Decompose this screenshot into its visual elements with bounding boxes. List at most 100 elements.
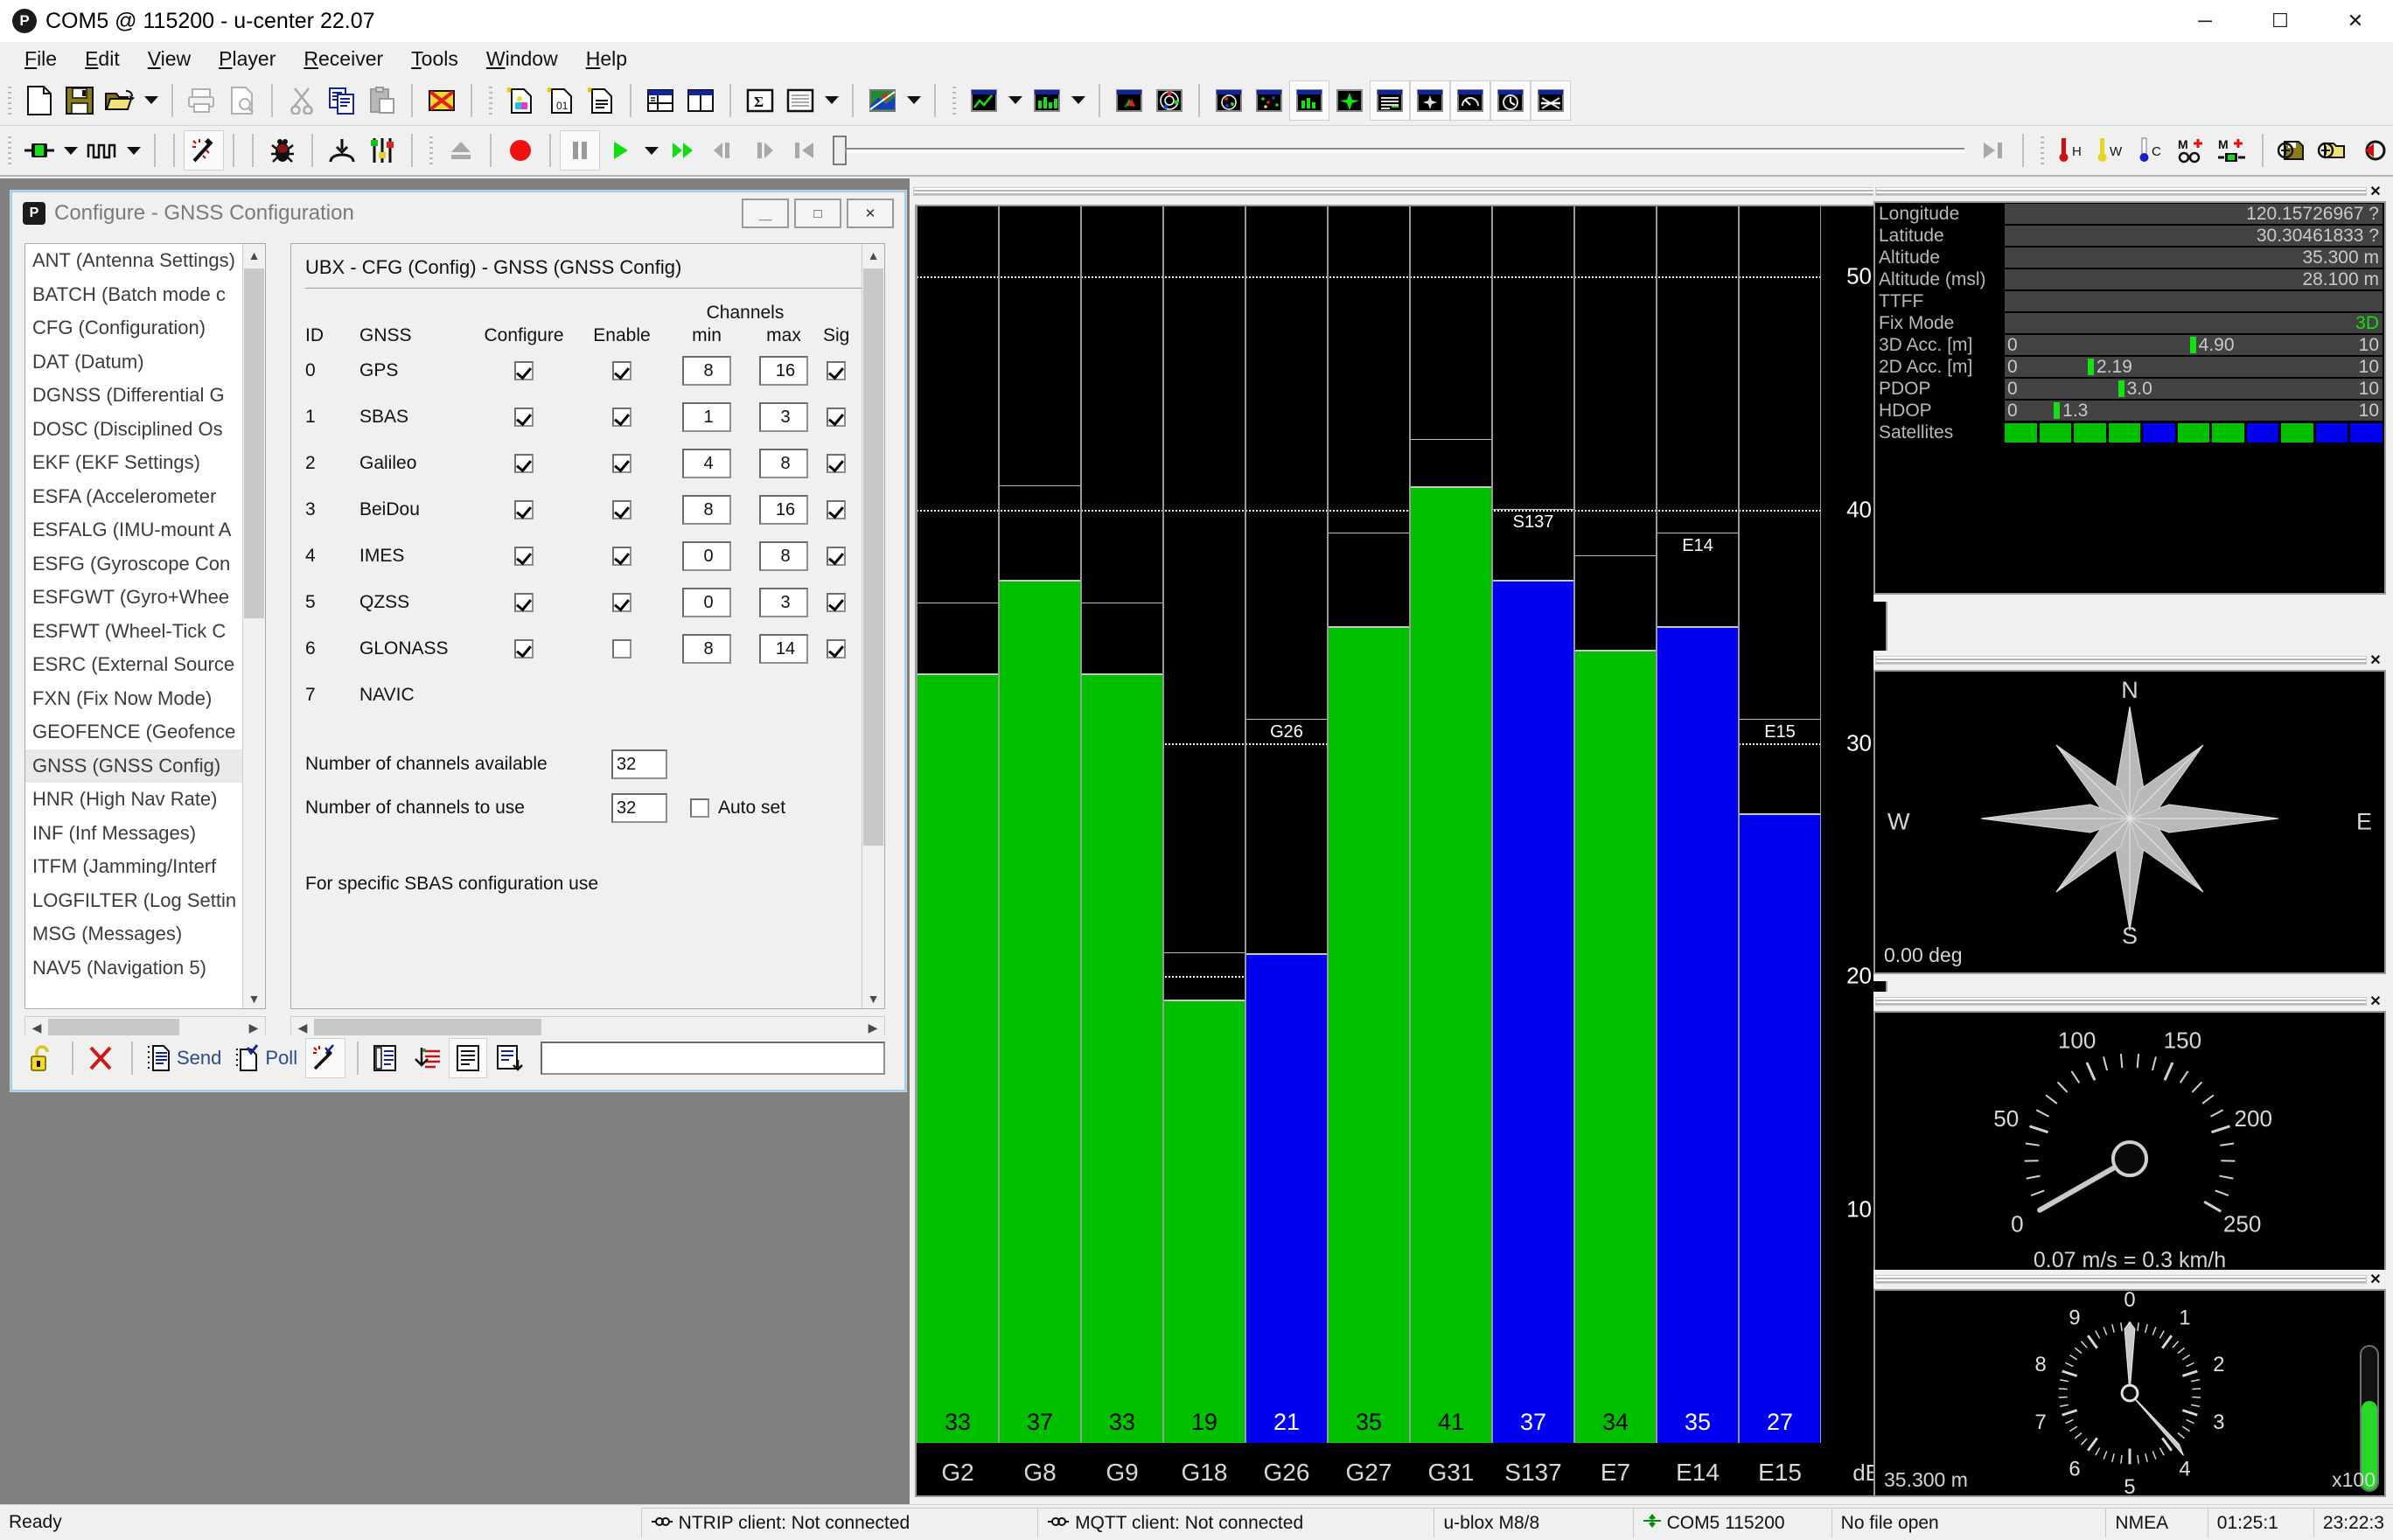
max-channels-input[interactable]: 16 <box>759 494 808 525</box>
min-channels-input[interactable]: 0 <box>682 587 731 617</box>
split-horizontal-icon[interactable] <box>641 81 680 120</box>
menu-receiver[interactable]: Receiver <box>290 44 397 74</box>
dialog-maximize-button[interactable]: □ <box>794 199 841 228</box>
play-icon[interactable] <box>601 131 639 170</box>
map-view-icon[interactable] <box>863 81 902 120</box>
compass-rose-icon[interactable] <box>1410 80 1450 121</box>
baudrate-dropdown-arrow[interactable] <box>122 131 145 170</box>
copy-icon[interactable] <box>323 81 361 120</box>
signal-chart-titlebar[interactable]: ✕ <box>910 182 1898 201</box>
config-list-item[interactable]: BATCH (Batch mode c <box>25 278 265 312</box>
close-icon[interactable]: ✕ <box>2367 652 2384 669</box>
config-list-item[interactable]: GNSS (GNSS Config) <box>25 749 265 783</box>
clear-icon[interactable] <box>422 81 461 120</box>
list-config-icon[interactable] <box>449 1038 488 1078</box>
delete-icon[interactable] <box>82 1039 119 1077</box>
config-list-item[interactable]: ESFA (Accelerometer <box>25 480 265 514</box>
max-channels-input[interactable]: 8 <box>759 448 808 478</box>
fast-forward-icon[interactable] <box>664 131 702 170</box>
statistic-view-icon[interactable]: Σ <box>741 81 779 120</box>
poll-button[interactable]: Poll <box>230 1039 303 1077</box>
config-list-item[interactable]: ESFGWT (Gyro+Whee <box>25 581 265 615</box>
histogram-view-icon[interactable] <box>1028 81 1066 120</box>
close-icon[interactable]: ✕ <box>2367 183 2384 200</box>
toolbar-grip[interactable] <box>5 134 14 167</box>
player-position-slider[interactable] <box>833 131 1964 170</box>
revert-config-icon[interactable] <box>2354 131 2392 170</box>
enable-checkbox[interactable] <box>612 453 631 473</box>
titlebar-grip[interactable] <box>1875 656 2367 665</box>
config-list-item[interactable]: ITFM (Jamming/Interf <box>25 850 265 884</box>
new-numeric-view-icon[interactable]: 01 <box>541 81 580 120</box>
table-view-icon[interactable] <box>1370 80 1410 121</box>
scroll-left-icon[interactable]: ◀ <box>291 1021 314 1035</box>
config-list-item[interactable]: INF (Inf Messages) <box>25 817 265 851</box>
satellite-bar-column[interactable]: 35 G27 <box>1328 206 1410 1443</box>
scrollbar-thumb[interactable] <box>244 268 264 618</box>
chart-line-dropdown-arrow[interactable] <box>1004 81 1027 120</box>
min-channels-input[interactable]: 4 <box>682 448 731 478</box>
new-chart-view-icon[interactable] <box>501 81 540 120</box>
satellite-bar-column[interactable]: 21 G26 <box>1245 206 1328 1443</box>
connect-dropdown-arrow[interactable] <box>59 131 82 170</box>
data-panel-titlebar[interactable]: ✕ <box>1873 182 2386 201</box>
titlebar-grip[interactable] <box>1875 187 2367 196</box>
sky-plot-icon[interactable] <box>1210 81 1248 120</box>
menu-player[interactable]: Player <box>205 44 290 74</box>
new-document-icon[interactable] <box>20 81 59 120</box>
satellite-bar-column[interactable]: 33 G9 <box>1081 206 1163 1443</box>
min-channels-input[interactable]: 1 <box>682 401 731 432</box>
configure-checkbox[interactable] <box>514 453 534 473</box>
max-channels-input[interactable]: 3 <box>759 401 808 432</box>
scatter-plot-icon[interactable] <box>1250 81 1288 120</box>
configure-checkbox[interactable] <box>514 546 534 566</box>
enable-checkbox[interactable] <box>612 638 631 659</box>
satellite-bar-column[interactable]: 19 G18 <box>1163 206 1245 1443</box>
menu-file[interactable]: File <box>10 44 71 74</box>
command-input[interactable] <box>541 1042 885 1075</box>
maximize-button[interactable]: ☐ <box>2243 0 2318 42</box>
connect-icon[interactable] <box>20 131 59 170</box>
signal-chart-plot[interactable]: 10 20 30 40 50 33 G2 37 G8 33 G9 19 G18 21 G26 35 G27 41… <box>915 205 1887 1497</box>
send-button[interactable]: Send <box>142 1039 227 1077</box>
export-config-icon[interactable] <box>490 1039 528 1077</box>
toolbar-grip[interactable] <box>5 83 14 117</box>
split-vertical-icon[interactable] <box>681 81 720 120</box>
list-view-icon[interactable] <box>781 81 820 120</box>
channels-to-use-input[interactable]: 32 <box>611 793 667 823</box>
hotstart-icon[interactable]: H <box>2053 131 2091 170</box>
close-button[interactable]: ✕ <box>2318 0 2393 42</box>
titlebar-grip[interactable] <box>1875 997 2367 1006</box>
titlebar-grip[interactable] <box>913 187 1877 196</box>
unlock-icon[interactable] <box>24 1039 59 1077</box>
warmstart-icon[interactable]: W <box>2093 131 2131 170</box>
record-icon[interactable] <box>501 131 540 170</box>
min-channels-input[interactable]: 8 <box>682 633 731 664</box>
close-icon[interactable]: ✕ <box>2367 1271 2384 1288</box>
chart-line-view-icon[interactable] <box>965 81 1003 120</box>
configure-checkbox[interactable] <box>514 592 534 612</box>
open-folder-icon[interactable] <box>101 81 139 120</box>
signal-checkbox[interactable] <box>827 407 847 427</box>
goto-end-icon[interactable] <box>1974 131 2013 170</box>
config-message-list[interactable]: ANT (Antenna Settings) BATCH (Batch mode … <box>24 243 266 1009</box>
menu-view[interactable]: View <box>134 44 205 74</box>
deviation-map-icon[interactable] <box>1110 81 1148 120</box>
auto-set-checkbox[interactable] <box>690 798 709 818</box>
coldstart-icon[interactable]: C <box>2133 131 2172 170</box>
scroll-left-icon[interactable]: ◀ <box>25 1021 48 1035</box>
dialog-close-button[interactable]: ✕ <box>847 199 894 228</box>
menu-edit[interactable]: Edit <box>71 44 134 74</box>
menu-window[interactable]: Window <box>472 44 572 74</box>
menu-help[interactable]: Help <box>572 44 641 74</box>
copy-config-icon[interactable] <box>367 1039 404 1077</box>
config-list-item[interactable]: CFG (Configuration) <box>25 311 265 345</box>
toolbar-grip[interactable] <box>427 134 436 167</box>
dialog-titlebar[interactable]: P Configure - GNSS Configuration ＿ □ ✕ <box>12 192 904 234</box>
max-channels-input[interactable]: 16 <box>759 355 808 386</box>
config-list-item[interactable]: DGNSS (Differential G <box>25 379 265 413</box>
load-config-icon[interactable] <box>2313 131 2352 170</box>
autoconfig-icon[interactable] <box>305 1038 346 1078</box>
scroll-right-icon[interactable]: ▶ <box>242 1021 265 1035</box>
config-list-scrollbar[interactable]: ▲ ▼ <box>242 244 265 1008</box>
